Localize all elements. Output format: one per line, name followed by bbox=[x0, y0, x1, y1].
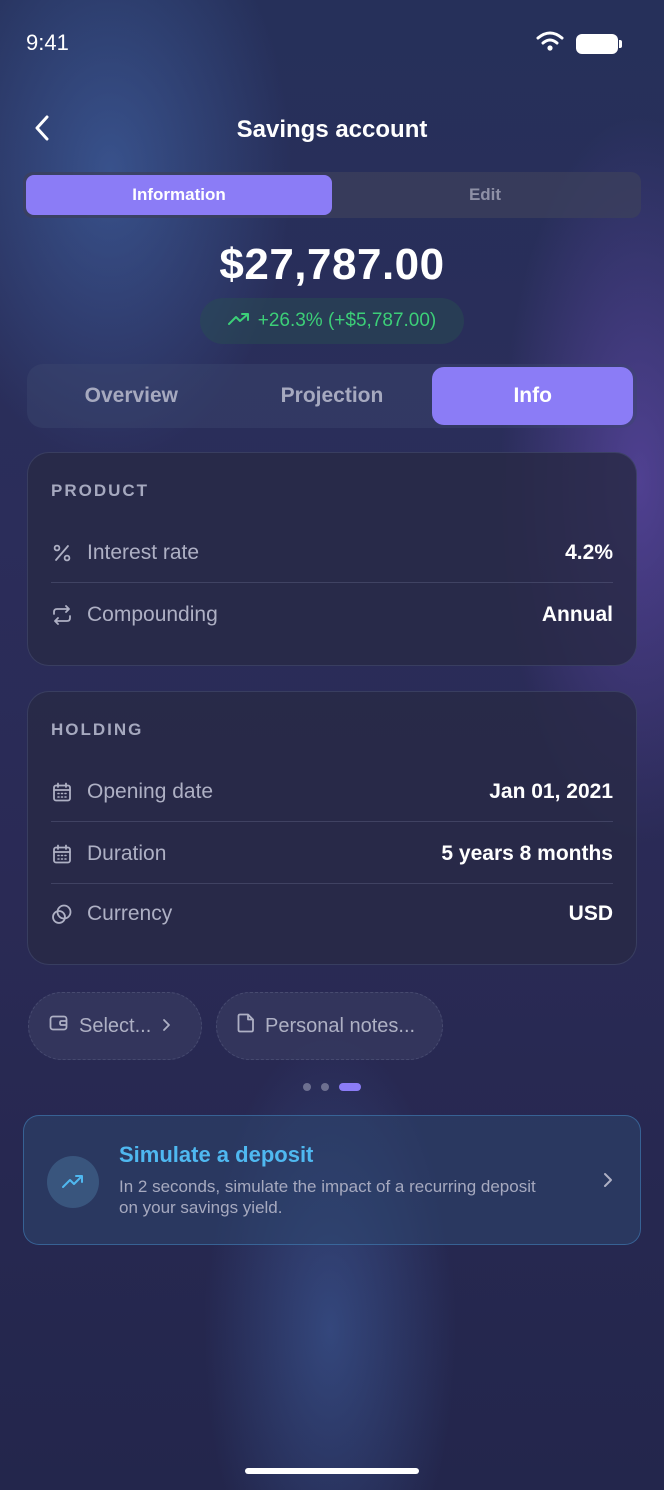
page-dot[interactable] bbox=[303, 1083, 311, 1091]
mode-segmented-control: Information Edit bbox=[23, 172, 641, 218]
section-tabs: Overview Projection Info bbox=[27, 364, 637, 428]
duration-value: 5 years 8 months bbox=[441, 841, 613, 865]
repeat-icon bbox=[51, 604, 73, 626]
status-time: 9:41 bbox=[26, 30, 69, 55]
currency-label: Currency bbox=[87, 902, 173, 925]
tab-info[interactable]: Info bbox=[432, 367, 634, 425]
compounding-row: Compounding Annual bbox=[51, 585, 613, 645]
holding-label: HOLDING bbox=[51, 720, 144, 739]
simulate-title: Simulate a deposit bbox=[119, 1142, 314, 1167]
tab-overview[interactable]: Overview bbox=[31, 367, 232, 425]
compounding-label: Compounding bbox=[87, 603, 218, 626]
coins-icon bbox=[51, 903, 73, 925]
trending-up-icon bbox=[227, 310, 250, 332]
currency-value: USD bbox=[568, 902, 613, 925]
battery-icon bbox=[576, 33, 622, 54]
duration-label: Duration bbox=[87, 841, 167, 865]
trending-up-icon bbox=[47, 1156, 99, 1208]
opening-date-row: Opening date Jan 01, 2021 bbox=[51, 762, 613, 822]
select-chip-label: Select... bbox=[79, 1014, 152, 1037]
wifi-icon bbox=[536, 30, 564, 57]
change-value: +26.3% (+$5,787.00) bbox=[257, 310, 437, 331]
compounding-value: Annual bbox=[541, 603, 613, 626]
wallet-icon bbox=[49, 1014, 69, 1038]
tab-projection[interactable]: Projection bbox=[232, 367, 433, 425]
note-icon bbox=[237, 1013, 255, 1039]
simulate-description: In 2 seconds, simulate the impact of a r… bbox=[119, 1177, 536, 1217]
calendar-icon bbox=[51, 781, 73, 803]
page-dot[interactable] bbox=[321, 1083, 329, 1091]
opening-date-value: Jan 01, 2021 bbox=[489, 779, 613, 803]
change-badge: +26.3% (+$5,787.00) bbox=[200, 298, 464, 344]
page-indicator bbox=[303, 1083, 361, 1091]
status-icons bbox=[536, 30, 622, 57]
page-dot-active[interactable] bbox=[339, 1083, 361, 1091]
select-wallet-chip[interactable]: Select... bbox=[28, 992, 202, 1060]
segment-information[interactable]: Information bbox=[26, 175, 332, 215]
percent-icon bbox=[51, 542, 73, 564]
interest-rate-label: Interest rate bbox=[87, 540, 200, 564]
interest-rate-value: 4.2% bbox=[565, 540, 613, 564]
product-card: PRODUCT Interest rate 4.2% Compounding A… bbox=[27, 452, 637, 666]
duration-row: Duration 5 years 8 months bbox=[51, 824, 613, 884]
account-balance: $27,787.00 bbox=[219, 240, 445, 289]
personal-notes-chip[interactable]: Personal notes... bbox=[216, 992, 443, 1060]
interest-rate-row: Interest rate 4.2% bbox=[51, 523, 613, 583]
product-label: PRODUCT bbox=[51, 481, 150, 500]
segment-edit[interactable]: Edit bbox=[332, 175, 638, 215]
holding-card: HOLDING Opening date Jan 01, 2021 Durati… bbox=[27, 691, 637, 965]
simulate-deposit-card[interactable]: Simulate a deposit In 2 seconds, simulat… bbox=[23, 1115, 641, 1245]
home-indicator bbox=[245, 1468, 419, 1474]
currency-row: Currency USD bbox=[51, 884, 613, 944]
chevron-right-icon bbox=[602, 1170, 614, 1195]
opening-date-label: Opening date bbox=[87, 779, 214, 803]
notes-chip-label: Personal notes... bbox=[265, 1014, 416, 1037]
page-title: Savings account bbox=[236, 116, 428, 143]
calendar-icon bbox=[51, 843, 73, 865]
chevron-right-icon bbox=[161, 1015, 171, 1038]
